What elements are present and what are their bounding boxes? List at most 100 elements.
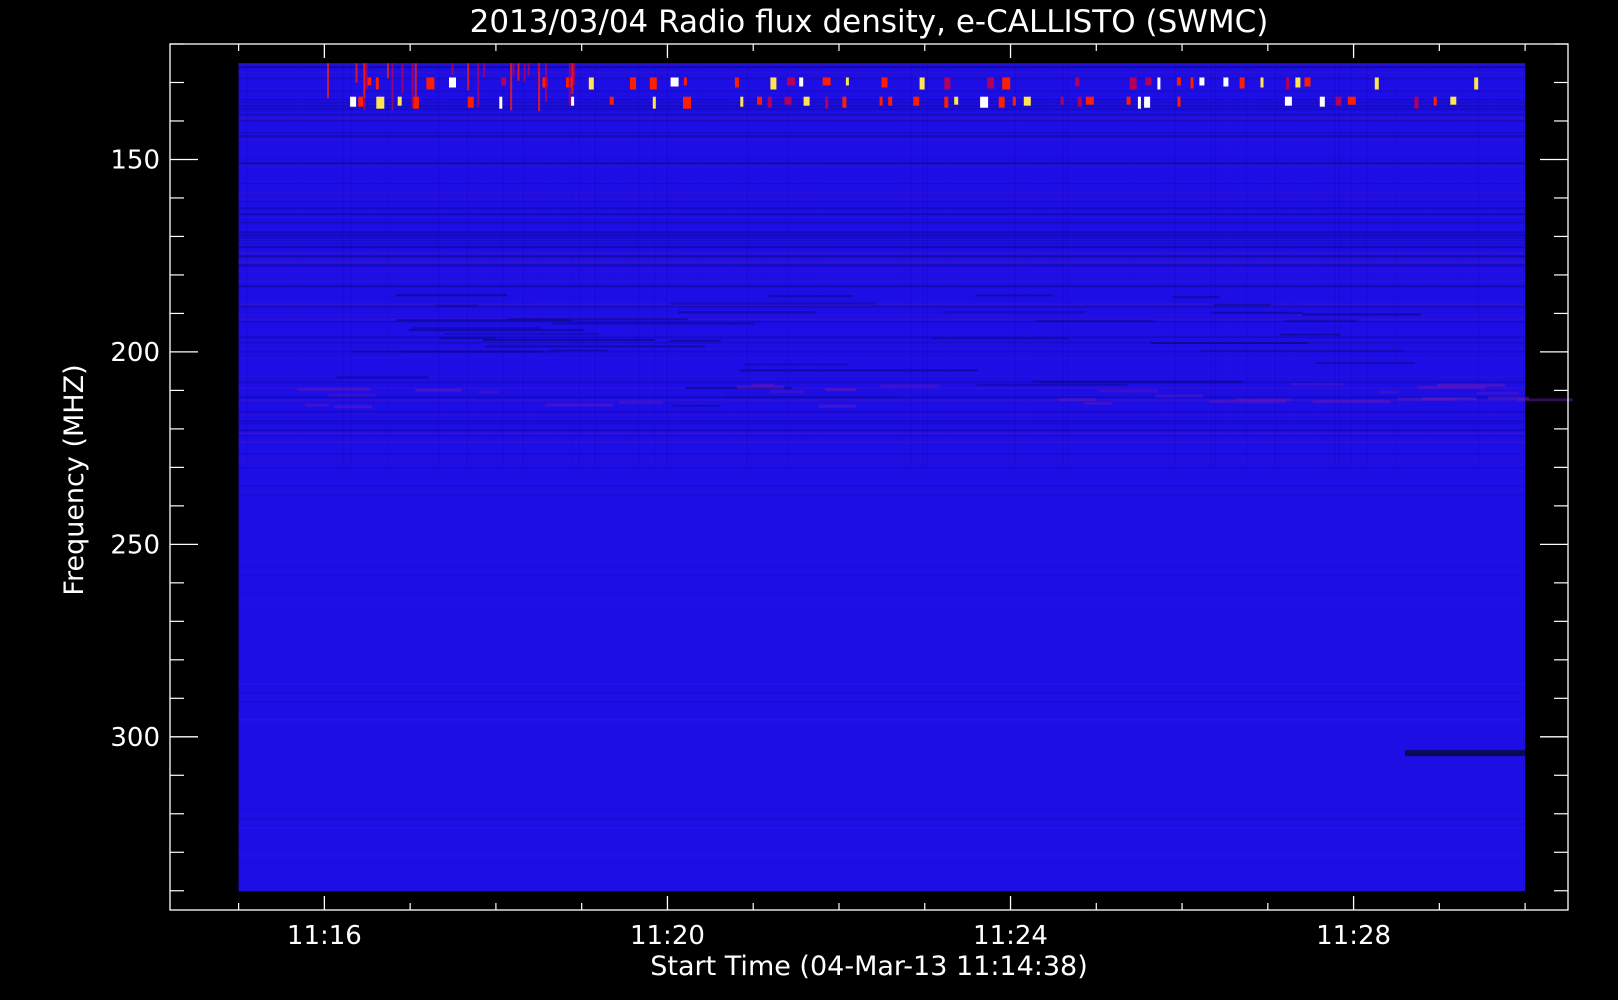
burst-fleck — [523, 63, 526, 82]
heatmap-column — [810, 63, 812, 468]
heatmap-striation — [238, 336, 1526, 339]
heatmap-tinge — [1378, 390, 1399, 394]
heatmap-striation — [238, 165, 1526, 168]
heatmap-striation — [238, 303, 1526, 306]
burst-mark — [1126, 96, 1131, 105]
heatmap-striation — [238, 270, 1526, 273]
heatmap-column — [386, 63, 388, 468]
x-tick-label: 11:20 — [630, 921, 705, 951]
burst-mark — [449, 77, 456, 88]
heatmap-dark-segment — [1284, 319, 1357, 322]
heatmap-column — [674, 63, 676, 468]
burst-mark — [1176, 77, 1181, 86]
heatmap-column — [1022, 63, 1024, 468]
burst-fleck — [537, 63, 540, 72]
heatmap-column — [1130, 63, 1132, 468]
heatmap-column — [698, 63, 700, 468]
burst-fleck — [411, 63, 414, 109]
heatmap-column — [730, 63, 732, 468]
burst-mark — [1177, 96, 1181, 107]
heatmap-column — [1346, 63, 1348, 468]
heatmap-tinge — [1422, 397, 1477, 401]
heatmap-column — [654, 63, 656, 468]
heatmap-striation — [238, 423, 1526, 425]
burst-mark — [767, 96, 772, 108]
burst-mark — [1157, 77, 1161, 90]
heatmap-background — [238, 63, 1526, 891]
heatmap-tinge — [1517, 398, 1573, 402]
burst-mark — [1137, 96, 1141, 109]
burst-mark — [571, 96, 575, 106]
heatmap-dark-segment — [485, 345, 706, 348]
heatmap-striation — [238, 692, 1526, 694]
heatmap-tinge — [880, 384, 940, 388]
heatmap-striation — [238, 138, 1526, 141]
y-tick-label: 200 — [110, 338, 160, 368]
heatmap-column — [1226, 63, 1228, 468]
heatmap-tinge — [478, 390, 499, 394]
burst-fleck — [517, 63, 520, 81]
heatmap-striation — [238, 459, 1526, 462]
burst-mark — [1284, 96, 1292, 106]
burst-mark — [683, 77, 687, 86]
heatmap-column — [950, 63, 952, 468]
heatmap-striation — [238, 234, 1526, 237]
heatmap-column — [246, 63, 248, 468]
burst-mark — [770, 77, 777, 90]
burst-fleck — [391, 63, 394, 111]
heatmap-striation — [238, 348, 1526, 350]
y-tick-label: 300 — [110, 723, 160, 753]
heatmap-striation — [238, 818, 1526, 820]
heatmap-striation — [238, 764, 1526, 766]
heatmap-dark-segment — [678, 311, 816, 314]
heatmap-column — [474, 63, 476, 468]
burst-fleck — [545, 63, 548, 102]
burst-mark — [1335, 96, 1342, 106]
heatmap-dark-segment — [768, 295, 854, 298]
heatmap-striation — [238, 255, 1526, 258]
burst-mark — [734, 77, 739, 88]
burst-mark — [652, 96, 656, 109]
burst-mark — [825, 96, 829, 109]
heatmap-striation — [238, 219, 1526, 221]
heatmap-column — [1050, 63, 1052, 468]
heatmap-striation — [238, 162, 1526, 165]
heatmap-striation — [238, 453, 1526, 455]
burst-mark — [944, 77, 951, 90]
burst-mark — [803, 96, 810, 106]
burst-mark — [740, 96, 744, 107]
heatmap-striation — [238, 261, 1526, 264]
heatmap-column — [638, 63, 640, 468]
heatmap-tinge — [1476, 391, 1519, 395]
heatmap-column — [910, 63, 912, 468]
heatmap-column — [1290, 63, 1292, 468]
burst-mark — [1060, 96, 1064, 105]
heatmap-tinge — [769, 390, 805, 394]
heatmap-tinge — [819, 404, 856, 408]
burst-fleck — [327, 63, 330, 99]
heatmap-column — [582, 63, 584, 468]
heatmap-dark-segment — [552, 322, 755, 325]
burst-fleck — [387, 63, 390, 79]
burst-mark — [609, 96, 614, 105]
heatmap-column — [1214, 63, 1216, 468]
heatmap-tinge — [1208, 399, 1286, 403]
heatmap-column — [522, 63, 524, 468]
heatmap-dark-segment — [975, 294, 1054, 297]
heatmap-column — [1062, 63, 1064, 468]
burst-mark — [1319, 96, 1325, 107]
heatmap-dark-segment — [435, 304, 478, 307]
heatmap-striation — [238, 357, 1526, 359]
heatmap-striation — [238, 192, 1526, 194]
y-tick-label: 250 — [110, 530, 160, 560]
burst-fleck — [401, 63, 404, 94]
burst-mark — [376, 96, 385, 109]
heatmap-tinge — [415, 388, 462, 392]
heatmap-tinge — [1155, 394, 1204, 398]
burst-fleck — [414, 63, 417, 99]
burst-mark — [980, 96, 989, 108]
heatmap-column — [802, 63, 804, 468]
heatmap-column — [490, 63, 492, 468]
heatmap-tinge — [1290, 382, 1344, 386]
heatmap-column — [1370, 63, 1372, 468]
